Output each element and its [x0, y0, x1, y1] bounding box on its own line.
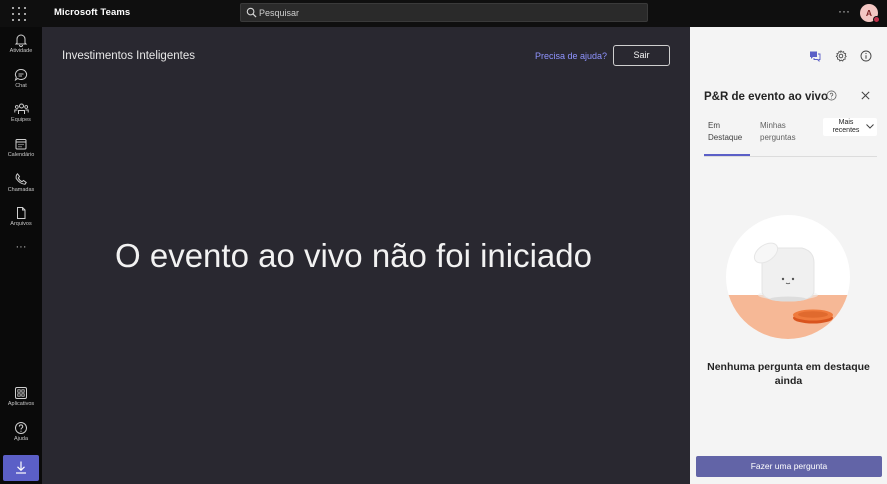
close-icon[interactable]: [860, 90, 871, 101]
rail-item-equipes[interactable]: Equipes: [0, 102, 42, 134]
rail-item-label: Chat: [15, 83, 27, 89]
event-status-message: O evento ao vivo não foi iniciado: [115, 237, 592, 274]
app-rail: Atividade Chat Equipes Calendário Chamad…: [0, 27, 42, 484]
event-title: Investimentos Inteligentes: [62, 50, 195, 62]
download-icon: [16, 461, 26, 474]
rail-item-label: Atividade: [9, 48, 33, 54]
tabs-divider: [704, 156, 877, 157]
empty-state-message: Nenhuma pergunta em destaque ainda: [707, 361, 870, 387]
more-options-icon[interactable]: ···: [838, 4, 850, 18]
chat-icon: [14, 68, 28, 82]
help-circle-icon[interactable]: [826, 90, 837, 101]
app-launcher-icon[interactable]: [11, 6, 27, 22]
help-icon: [15, 422, 27, 434]
help-link[interactable]: Precisa de ajuda?: [535, 51, 607, 61]
rail-item-label: Arquivos: [10, 221, 32, 227]
bell-icon: [14, 34, 28, 47]
settings-icon[interactable]: [835, 50, 847, 62]
search-icon: [246, 7, 257, 18]
calendar-icon: [15, 139, 27, 150]
teams-icon: [13, 103, 29, 114]
download-button[interactable]: [3, 455, 39, 481]
avatar[interactable]: A: [860, 4, 880, 23]
phone-icon: [15, 173, 27, 185]
info-icon[interactable]: [860, 50, 872, 62]
qa-icon[interactable]: [809, 50, 821, 62]
qa-panel: P&R de evento ao vivo Em Destaque Minhas…: [690, 27, 887, 484]
search-input[interactable]: [259, 5, 639, 20]
tab-label-line: Em: [708, 121, 720, 130]
ask-question-button[interactable]: Fazer uma pergunta: [696, 456, 882, 477]
rail-item-atividade[interactable]: Atividade: [0, 33, 42, 65]
tab-label-line: perguntas: [760, 133, 796, 142]
rail-item-aplicativos[interactable]: Aplicativos: [0, 386, 42, 418]
chevron-down-icon: [866, 124, 874, 129]
avatar-initial: A: [865, 8, 873, 18]
title-bar: Microsoft Teams ··· A: [0, 0, 887, 27]
leave-button[interactable]: Sair: [613, 45, 670, 66]
tab-minhas-perguntas[interactable]: Minhas perguntas: [760, 120, 796, 144]
sort-label-line: recentes: [832, 127, 860, 134]
rail-item-chat[interactable]: Chat: [0, 68, 42, 100]
presence-badge: [873, 16, 880, 23]
rail-item-calendario[interactable]: Calendário: [0, 137, 42, 169]
apps-icon: [15, 387, 27, 399]
sort-label-line: Mais: [838, 119, 854, 126]
rail-item-label: Chamadas: [7, 187, 35, 193]
event-stage: Investimentos Inteligentes Precisa de aj…: [42, 27, 690, 484]
rail-item-label: Calendário: [7, 152, 35, 158]
app-title: Microsoft Teams: [54, 7, 131, 18]
rail-item-label: Equipes: [11, 117, 31, 123]
rail-item-label: Aplicativos: [7, 401, 35, 407]
rail-item-ajuda[interactable]: Ajuda: [0, 421, 42, 453]
panel-title: P&R de evento ao vivo: [704, 91, 828, 103]
tab-label-line: Minhas: [760, 121, 786, 130]
search-box[interactable]: [240, 3, 648, 22]
rail-item-label: Ajuda: [13, 436, 29, 442]
rail-item-chamadas[interactable]: Chamadas: [0, 172, 42, 204]
file-icon: [17, 207, 26, 219]
rail-item-arquivos[interactable]: Arquivos: [0, 206, 42, 238]
tab-label-line: Destaque: [708, 133, 743, 142]
sort-label: Mais recentes: [827, 119, 865, 135]
sort-dropdown[interactable]: Mais recentes: [823, 118, 877, 136]
more-apps-icon[interactable]: ···: [0, 241, 42, 253]
empty-state-illustration: [726, 215, 850, 339]
tab-em-destaque[interactable]: Em Destaque: [708, 120, 742, 144]
